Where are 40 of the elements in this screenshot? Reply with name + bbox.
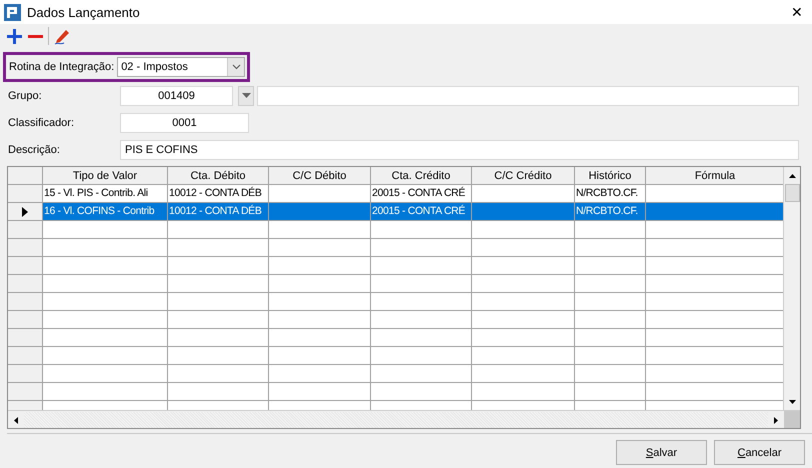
table-cell: 10012 - CONTA DÉB: [168, 203, 269, 221]
rotina-dropdown[interactable]: 02 - Impostos: [117, 57, 245, 77]
row-header[interactable]: [8, 203, 43, 221]
dialog-button[interactable]: Salvar: [616, 440, 707, 465]
column-header[interactable]: Cta. Débito: [168, 167, 269, 185]
dropdown-button[interactable]: [238, 86, 254, 106]
table-cell: 20015 - CONTA CRÉ: [371, 185, 472, 203]
dialog-button[interactable]: Cancelar: [714, 440, 805, 465]
table-cell: 10012 - CONTA DÉB: [168, 185, 269, 203]
scrollbar-thumb[interactable]: [784, 184, 800, 202]
field-label: Rotina de Integração:: [9, 61, 114, 73]
column-header[interactable]: C/C Crédito: [472, 167, 575, 185]
table-cell: 15 - Vl. PIS - Contrib. Ali: [43, 185, 168, 203]
input-field[interactable]: 001409: [120, 86, 233, 106]
plus-icon[interactable]: [6, 28, 23, 44]
input-field[interactable]: [257, 86, 799, 106]
field-label: Classificador:: [8, 116, 76, 128]
table-cell: N/RCBTO.CF.: [575, 185, 646, 203]
scroll-down-icon[interactable]: [788, 400, 796, 404]
table-cell: 16 - Vl. COFINS - Contrib: [43, 203, 168, 221]
input-field[interactable]: 0001: [120, 112, 249, 132]
scroll-left-icon[interactable]: [14, 416, 18, 424]
app-logo-icon: [4, 4, 21, 20]
table-cell: 20015 - CONTA CRÉ: [371, 203, 472, 221]
scroll-up-icon[interactable]: [788, 174, 796, 178]
column-header[interactable]: C/C Débito: [269, 167, 371, 185]
chevron-down-icon: [232, 64, 240, 70]
column-header[interactable]: Tipo de Valor: [43, 167, 168, 185]
column-header[interactable]: Cta. Crédito: [371, 167, 472, 185]
column-header[interactable]: Histórico: [575, 167, 646, 185]
scroll-right-icon[interactable]: [774, 416, 778, 424]
close-button[interactable]: ✕: [782, 4, 812, 20]
field-label: Grupo:: [8, 90, 43, 102]
current-row-icon: [22, 206, 28, 216]
input-field[interactable]: PIS E COFINS: [120, 140, 799, 160]
table-cell: N/RCBTO.CF.: [575, 203, 646, 221]
triangle-down-icon: [242, 93, 250, 98]
field-label: Descrição:: [8, 144, 61, 156]
pencil-icon[interactable]: [53, 27, 71, 45]
window-title: Dados Lançamento: [27, 4, 140, 20]
